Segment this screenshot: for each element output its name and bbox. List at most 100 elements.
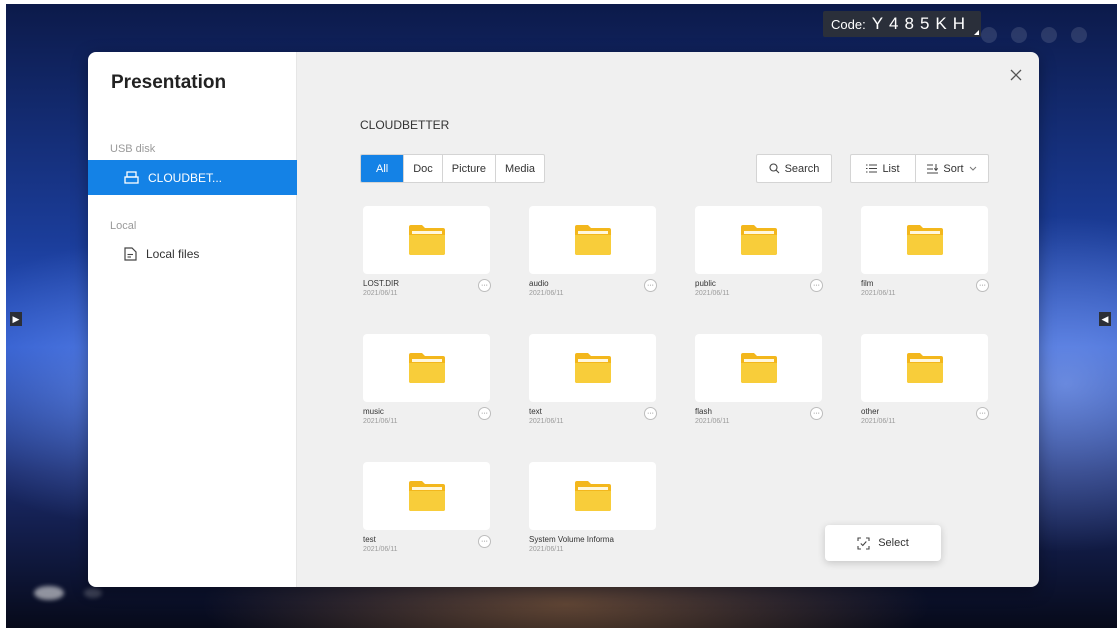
- file-name: audio: [529, 279, 549, 288]
- select-popup-button[interactable]: Select: [825, 525, 941, 561]
- folder-thumbnail[interactable]: [695, 334, 822, 402]
- section-label-local: Local: [110, 220, 137, 232]
- more-options-button[interactable]: ···: [976, 407, 989, 420]
- more-options-button[interactable]: ···: [478, 535, 491, 548]
- file-name: public: [695, 279, 716, 288]
- tray-icons: [981, 27, 1087, 43]
- tab-all[interactable]: All: [361, 155, 405, 182]
- sidebar-item-usb-drive[interactable]: CLOUDBET...: [88, 160, 297, 195]
- folder-icon: [740, 225, 777, 255]
- folder-icon: [574, 225, 611, 255]
- file-type-tabs: All Doc Picture Media: [360, 154, 546, 183]
- file-date: 2021/06/11: [695, 418, 730, 425]
- folder-icon: [574, 353, 611, 383]
- usb-drive-icon: [124, 171, 139, 184]
- folder-thumbnail[interactable]: [529, 206, 656, 274]
- folder-thumbnail[interactable]: [695, 206, 822, 274]
- sidebar-item-local-files[interactable]: Local files: [88, 236, 297, 271]
- folder-thumbnail[interactable]: [529, 462, 656, 530]
- chevron-right-icon: ▶: [12, 313, 20, 324]
- folder-icon: [408, 353, 445, 383]
- file-date: 2021/06/11: [695, 290, 730, 297]
- sidebar-item-label: CLOUDBET...: [148, 170, 223, 185]
- file-date: 2021/06/11: [363, 290, 398, 297]
- more-options-button[interactable]: ···: [976, 279, 989, 292]
- folder-thumbnail[interactable]: [363, 462, 490, 530]
- folder-icon: [408, 225, 445, 255]
- tab-doc[interactable]: Doc: [404, 155, 443, 182]
- file-name: LOST.DIR: [363, 279, 400, 288]
- chevron-left-icon: ◀: [1101, 313, 1109, 324]
- more-options-button[interactable]: ···: [644, 279, 657, 292]
- list-icon: [866, 164, 878, 173]
- document-icon: [124, 246, 137, 261]
- file-date: 2021/06/11: [529, 418, 564, 425]
- presentation-dialog: Presentation USB disk CLOUDBET... Local …: [88, 52, 1039, 587]
- sort-icon: [927, 163, 939, 173]
- file-item-folder: test 2021/06/11 ···: [363, 462, 491, 562]
- file-name: music: [363, 407, 384, 416]
- select-icon: [857, 536, 870, 550]
- tab-media[interactable]: Media: [496, 155, 544, 182]
- folder-icon: [906, 353, 943, 383]
- more-options-button[interactable]: ···: [644, 407, 657, 420]
- folder-thumbnail[interactable]: [529, 334, 656, 402]
- more-options-button[interactable]: ···: [810, 407, 823, 420]
- file-name: flash: [695, 407, 712, 416]
- section-label-usb-disk: USB disk: [110, 143, 156, 155]
- tray-icon[interactable]: [1071, 27, 1087, 43]
- list-view-button[interactable]: List: [851, 155, 915, 182]
- folder-thumbnail[interactable]: [861, 206, 988, 274]
- file-item-folder: flash 2021/06/11 ···: [695, 334, 823, 434]
- sort-label: Sort: [943, 162, 964, 175]
- search-icon: [769, 163, 779, 174]
- folder-thumbnail[interactable]: [363, 206, 490, 274]
- folder-icon: [574, 481, 611, 511]
- corner-marker-icon: [974, 30, 980, 35]
- connection-code-badge: Code: Y485KH: [823, 11, 982, 37]
- dock-icon[interactable]: [84, 588, 102, 598]
- file-name: film: [861, 279, 874, 288]
- folder-icon: [740, 353, 777, 383]
- file-item-folder: film 2021/06/11 ···: [861, 206, 989, 306]
- file-item-folder: music 2021/06/11 ···: [363, 334, 491, 434]
- chevron-down-icon: [969, 166, 976, 171]
- folder-thumbnail[interactable]: [363, 334, 490, 402]
- file-date: 2021/06/11: [363, 546, 398, 553]
- tray-icon[interactable]: [981, 27, 997, 43]
- view-controls: List Sort: [850, 154, 989, 183]
- search-button[interactable]: Search: [756, 154, 832, 183]
- file-item-folder: System Volume Informa 2021/06/11: [529, 462, 657, 562]
- more-options-button[interactable]: ···: [478, 279, 491, 292]
- folder-icon: [906, 225, 943, 255]
- expand-left-sidebar-button[interactable]: ▶: [10, 312, 22, 326]
- more-options-button[interactable]: ···: [810, 279, 823, 292]
- expand-right-sidebar-button[interactable]: ◀: [1099, 312, 1111, 326]
- tab-picture[interactable]: Picture: [443, 155, 497, 182]
- file-item-folder: public 2021/06/11 ···: [695, 206, 823, 306]
- select-label: Select: [878, 537, 909, 549]
- file-date: 2021/06/11: [529, 546, 564, 553]
- close-icon[interactable]: [1009, 68, 1023, 82]
- file-name: text: [529, 407, 542, 416]
- tray-icon[interactable]: [1041, 27, 1057, 43]
- file-browser-main: CLOUDBETTER All Doc Picture Media Search: [297, 52, 1039, 587]
- file-name: test: [363, 535, 376, 544]
- file-date: 2021/06/11: [861, 418, 896, 425]
- search-label: Search: [784, 162, 820, 175]
- file-item-folder: text 2021/06/11 ···: [529, 334, 657, 434]
- file-name: System Volume Informa: [529, 535, 614, 544]
- tray-icon[interactable]: [1011, 27, 1027, 43]
- file-name: other: [861, 407, 880, 416]
- sidebar-title: Presentation: [111, 72, 227, 93]
- file-item-folder: other 2021/06/11 ···: [861, 334, 989, 434]
- file-item-folder: audio 2021/06/11 ···: [529, 206, 657, 306]
- folder-thumbnail[interactable]: [861, 334, 988, 402]
- more-options-button[interactable]: ···: [478, 407, 491, 420]
- sort-button[interactable]: Sort: [915, 155, 988, 182]
- file-date: 2021/06/11: [363, 418, 398, 425]
- folder-icon: [408, 481, 445, 511]
- code-value: Y485KH: [871, 14, 972, 33]
- dock-icon[interactable]: [34, 586, 64, 600]
- code-label: Code:: [831, 16, 866, 32]
